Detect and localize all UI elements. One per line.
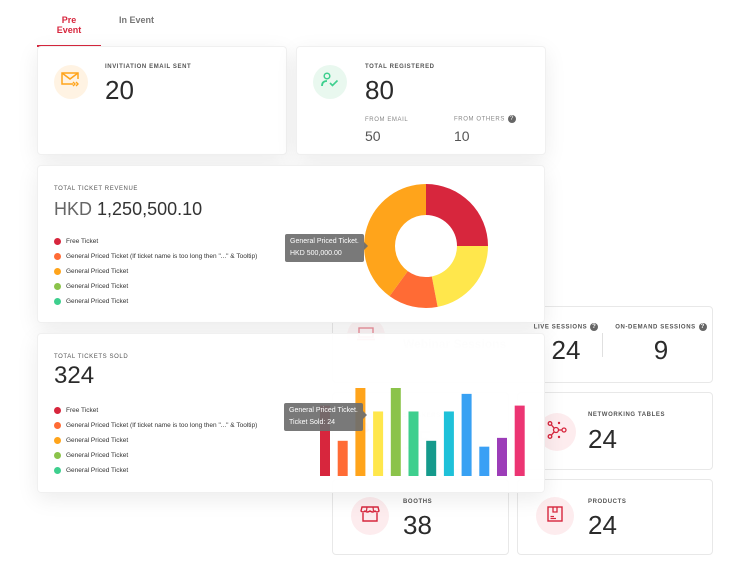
bar[interactable] — [408, 411, 419, 476]
total-registered-card: TOTAL REGISTERED 80 FROM EMAIL 50 FROM O… — [296, 46, 546, 155]
tooltip-value: Ticket Sold: 24 — [289, 419, 336, 426]
on-demand-sessions-value: 9 — [653, 335, 669, 365]
networking-tables-card: NETWORKING TABLES 24 — [517, 392, 713, 470]
revenue-legend: Free Ticket General Priced Ticket (If ti… — [54, 234, 257, 309]
bar[interactable] — [390, 388, 401, 476]
ticket-revenue-amount: HKD 1,250,500.10 — [54, 199, 202, 220]
ticket-revenue-card: TOTAL TICKET REVENUE HKD 1,250,500.10 Fr… — [37, 165, 545, 323]
tickets-sold-value: 324 — [54, 362, 95, 389]
products-icon-circle — [536, 497, 574, 535]
legend-dot — [54, 452, 61, 459]
help-icon[interactable]: ? — [507, 115, 516, 123]
legend-label: Free Ticket — [66, 407, 99, 414]
products-label: PRODUCTS — [588, 499, 627, 505]
bar[interactable] — [426, 440, 437, 476]
storefront-icon — [360, 505, 380, 528]
help-icon[interactable]: ? — [590, 323, 599, 331]
tickets-sold-label: TOTAL TICKETS SOLD — [54, 354, 129, 360]
total-registered-value: 80 — [365, 75, 394, 105]
bar[interactable] — [373, 411, 384, 476]
revenue-amount-value: 1,250,500.10 — [97, 199, 203, 219]
bar[interactable] — [479, 446, 490, 476]
legend-item: General Priced Ticket — [54, 264, 257, 279]
donut-tooltip: General Priced Ticket. HKD 500,000.00 — [285, 234, 368, 262]
ticket-revenue-label: TOTAL TICKET REVENUE — [54, 186, 139, 192]
bar-tooltip: General Priced Ticket. Ticket Sold: 24 — [284, 403, 367, 431]
legend-item: General Priced Ticket (If ticket name is… — [54, 249, 257, 264]
networking-tables-label: NETWORKING TABLES — [588, 412, 666, 418]
tickets-legend: Free Ticket General Priced Ticket (If ti… — [54, 403, 257, 478]
from-email-value: 50 — [365, 128, 381, 144]
bar[interactable] — [355, 388, 366, 476]
legend-item: General Priced Ticket — [54, 279, 257, 294]
legend-label: General Priced Ticket (If ticket name is… — [66, 253, 258, 260]
from-others-label: FROM OTHERS — [454, 116, 505, 123]
legend-label: General Priced Ticket (If ticket name is… — [66, 422, 258, 429]
legend-label: Free Ticket — [66, 238, 99, 245]
email-icon-circle — [54, 65, 88, 99]
legend-dot — [54, 268, 61, 275]
legend-dot — [54, 422, 61, 429]
legend-label: General Priced Ticket — [66, 283, 129, 290]
tooltip-value: HKD 500,000.00 — [290, 250, 342, 257]
invitation-email-label: INVITIATION EMAIL SENT — [105, 64, 192, 70]
registered-icon-circle — [313, 65, 347, 99]
legend-label: General Priced Ticket — [66, 298, 129, 305]
legend-item: Free Ticket — [54, 234, 257, 249]
bar[interactable] — [497, 437, 507, 476]
live-sessions-label: LIVE SESSIONS — [533, 324, 588, 331]
legend-item: General Priced Ticket (If ticket name is… — [54, 418, 257, 433]
bar[interactable] — [443, 411, 454, 476]
total-registered-label: TOTAL REGISTERED — [365, 64, 435, 70]
help-icon[interactable]: ? — [698, 323, 707, 331]
legend-item: General Priced Ticket — [54, 448, 257, 463]
legend-item: Free Ticket — [54, 403, 257, 418]
legend-item: General Priced Ticket — [54, 294, 257, 309]
network-nodes-icon — [547, 420, 567, 444]
from-email-label: FROM EMAIL — [365, 117, 409, 123]
legend-label: General Priced Ticket — [66, 268, 129, 275]
products-value: 24 — [588, 510, 617, 540]
legend-dot — [54, 437, 61, 444]
email-forward-icon — [61, 71, 81, 93]
booths-icon-circle — [351, 497, 389, 535]
tab-in-event[interactable]: In Event — [105, 10, 168, 47]
legend-dot — [54, 253, 61, 260]
package-icon — [547, 505, 563, 527]
booths-label: BOOTHS — [403, 499, 433, 505]
bar[interactable] — [461, 393, 472, 476]
currency-code: HKD — [54, 199, 93, 219]
legend-item: General Priced Ticket — [54, 463, 257, 478]
invitation-email-value: 20 — [105, 75, 134, 105]
legend-item: General Priced Ticket — [54, 433, 257, 448]
revenue-donut-chart — [364, 184, 488, 308]
tooltip-title: General Priced Ticket. — [290, 238, 359, 245]
legend-dot — [54, 467, 61, 474]
legend-label: General Priced Ticket — [66, 452, 129, 459]
bar[interactable] — [337, 440, 348, 476]
legend-dot — [54, 407, 61, 414]
on-demand-sessions-label: ON-DEMAND SESSIONS — [615, 324, 696, 331]
bar[interactable] — [514, 405, 525, 476]
event-phase-tabs: Pre Event In Event — [37, 10, 168, 47]
from-others-value: 10 — [454, 128, 470, 144]
booths-value: 38 — [403, 510, 432, 540]
donut-slice[interactable] — [426, 184, 488, 246]
legend-dot — [54, 283, 61, 290]
legend-label: General Priced Ticket — [66, 467, 129, 474]
invitation-email-card: INVITIATION EMAIL SENT 20 — [37, 46, 287, 155]
tab-pre-event[interactable]: Pre Event — [37, 10, 101, 47]
legend-label: General Priced Ticket — [66, 437, 129, 444]
legend-dot — [54, 238, 61, 245]
products-card: PRODUCTS 24 — [517, 479, 713, 555]
user-check-icon — [321, 71, 339, 93]
donut-slice[interactable] — [431, 246, 488, 307]
tooltip-title: General Priced Ticket. — [289, 407, 358, 414]
networking-tables-value: 24 — [588, 424, 617, 454]
legend-dot — [54, 298, 61, 305]
sessions-divider — [602, 333, 603, 357]
